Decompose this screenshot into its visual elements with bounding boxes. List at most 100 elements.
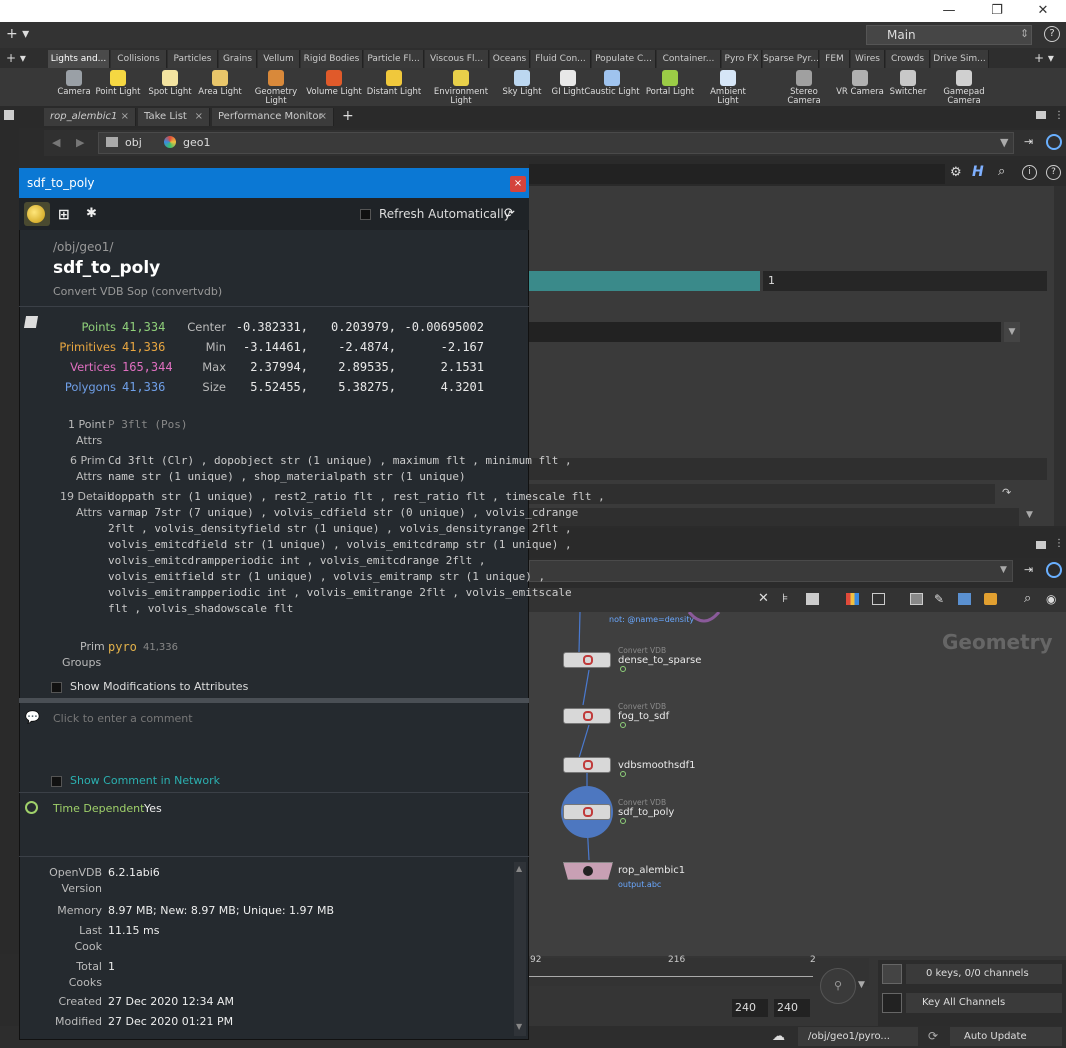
pane-maximize-icon[interactable]: [1036, 111, 1046, 119]
shelf-tool[interactable]: Ambient Light: [700, 70, 756, 106]
image-icon[interactable]: [958, 593, 971, 605]
shelf-tabs-add-icon[interactable]: + ▾: [1034, 51, 1054, 65]
gear-icon[interactable]: ⚙: [950, 165, 962, 180]
shelf-tab[interactable]: Oceans: [490, 50, 530, 68]
param-scrollbar[interactable]: [1054, 186, 1066, 526]
panel-scrollbar[interactable]: [514, 862, 526, 1036]
color-palette-icon[interactable]: [846, 593, 859, 605]
shelf-tab[interactable]: Sparse Pyr...: [763, 50, 819, 68]
shelf-tool[interactable]: Gamepad Camera: [936, 70, 992, 106]
timeline-track[interactable]: [529, 958, 869, 986]
box-icon[interactable]: [984, 593, 997, 605]
key-dropdown-icon[interactable]: ▼: [858, 980, 865, 990]
shelf-tab[interactable]: Crowds: [886, 50, 930, 68]
link-icon[interactable]: [1046, 562, 1062, 578]
desktop-selector[interactable]: Main: [866, 25, 1032, 45]
expand-icon[interactable]: ⊞: [58, 207, 70, 223]
shelf-tab[interactable]: Collisions: [111, 50, 167, 68]
shelf-tool[interactable]: Switcher: [880, 70, 936, 106]
shelf-tab[interactable]: Grains: [219, 50, 257, 68]
refresh-icon[interactable]: ⟳: [928, 1029, 938, 1043]
frame-start-field[interactable]: 240: [732, 999, 768, 1017]
tab-take-list[interactable]: Take List ×: [138, 108, 210, 126]
shelf-add-icon[interactable]: + ▾: [6, 51, 26, 65]
add-icon[interactable]: + ▾: [6, 26, 29, 42]
eye-icon[interactable]: ◉: [1046, 592, 1056, 606]
tools-icon[interactable]: ✕: [758, 591, 769, 606]
dopesheet-icon[interactable]: [882, 964, 902, 984]
close-tab-icon[interactable]: ×: [319, 108, 327, 126]
key-all-channels-dropdown[interactable]: Key All Channels: [906, 993, 1062, 1013]
node-name-field[interactable]: [529, 164, 945, 184]
shelf-tool[interactable]: Caustic Light: [584, 70, 640, 106]
search-icon[interactable]: ⌕: [1024, 591, 1031, 606]
shelf-tab[interactable]: Pyro FX: [722, 50, 762, 68]
close-tab-icon[interactable]: ×: [195, 108, 203, 126]
shelf-tab[interactable]: Particles: [168, 50, 218, 68]
pane-dots-icon[interactable]: ⋮: [1054, 538, 1064, 549]
shelf-tab[interactable]: Rigid Bodies: [301, 50, 363, 68]
path-node[interactable]: geo1: [183, 136, 210, 149]
grid-icon[interactable]: [872, 593, 885, 605]
reload-icon[interactable]: ↷: [1002, 486, 1011, 499]
key-icon[interactable]: ⚲: [820, 968, 856, 1004]
shelf-tool[interactable]: Point Light: [90, 70, 146, 106]
refresh-checkbox[interactable]: [360, 207, 371, 220]
network-path-field[interactable]: [529, 560, 1013, 582]
param-dropdown-icon[interactable]: ▼: [1026, 510, 1033, 520]
help-icon[interactable]: ?: [1044, 26, 1060, 42]
info-icon[interactable]: i: [1022, 165, 1037, 180]
param-slider-fill[interactable]: [529, 271, 760, 291]
sticky-note-icon[interactable]: [910, 593, 923, 605]
show-mods-checkbox[interactable]: [51, 680, 62, 693]
shelf-tab[interactable]: Particle Fl...: [364, 50, 424, 68]
close-tab-icon[interactable]: ×: [121, 108, 129, 126]
pin-icon[interactable]: ⇥: [1024, 563, 1033, 576]
shelf-tab[interactable]: Drive Sim...: [931, 50, 989, 68]
shelf-tool[interactable]: Area Light: [192, 70, 248, 106]
close-window-button[interactable]: ✕: [1020, 0, 1066, 22]
shelf-tool[interactable]: Environment Light: [428, 70, 494, 106]
update-mode-dropdown[interactable]: Auto Update: [950, 1027, 1062, 1046]
show-comment-checkbox[interactable]: [51, 774, 62, 787]
minimize-button[interactable]: —: [926, 0, 972, 22]
tab-performance-monitor[interactable]: Performance Monitor ×: [212, 108, 334, 126]
shelf-tab[interactable]: Lights and...: [48, 50, 110, 68]
shelf-tab[interactable]: Fluid Con...: [531, 50, 591, 68]
pin-icon[interactable]: ⇥: [1024, 135, 1033, 148]
comment-field[interactable]: Click to enter a comment: [53, 712, 513, 768]
pane-maximize-icon[interactable]: [1036, 541, 1046, 549]
shelf-tab[interactable]: Wires: [851, 50, 885, 68]
add-tab-icon[interactable]: +: [342, 108, 354, 124]
tab-rop-alembic1[interactable]: rop_alembic1 ×: [44, 108, 136, 126]
path-dropdown-icon[interactable]: ▼: [1000, 565, 1007, 575]
shelf-tab[interactable]: Container...: [657, 50, 721, 68]
scroll-up-icon[interactable]: ▲: [516, 864, 522, 873]
keys-channels-dropdown[interactable]: 0 keys, 0/0 channels: [906, 964, 1062, 984]
shelf-tool[interactable]: Spot Light: [142, 70, 198, 106]
param-menu-field[interactable]: [529, 322, 1001, 342]
scroll-down-icon[interactable]: ▼: [516, 1022, 522, 1031]
help-icon[interactable]: ?: [1046, 165, 1061, 180]
node-type-icon[interactable]: [24, 202, 50, 226]
houdini-help-icon[interactable]: H: [972, 164, 984, 180]
search-icon[interactable]: ⌕: [998, 164, 1005, 179]
shelf-tab[interactable]: Viscous Fl...: [425, 50, 489, 68]
param-dropdown-icon[interactable]: ▼: [1004, 322, 1020, 342]
maximize-button[interactable]: ❐: [974, 0, 1020, 22]
link-icon[interactable]: [1046, 134, 1062, 150]
frame-end-field[interactable]: 240: [774, 999, 810, 1017]
path-field[interactable]: [98, 132, 1014, 154]
shelf-tab[interactable]: Vellum: [258, 50, 300, 68]
close-icon[interactable]: ×: [510, 176, 526, 192]
list-icon[interactable]: [806, 593, 819, 605]
edit-note-icon[interactable]: ✎: [934, 592, 944, 606]
pane-dots-icon[interactable]: ⋮: [1054, 110, 1064, 121]
shelf-tool[interactable]: Volume Light: [306, 70, 362, 106]
refresh-icon[interactable]: ⟳: [504, 206, 515, 221]
forward-arrow-icon[interactable]: ▶: [76, 136, 84, 149]
shelf-tab[interactable]: Populate C...: [592, 50, 656, 68]
shelf-tool[interactable]: Portal Light: [642, 70, 698, 106]
shelf-tool[interactable]: Geometry Light: [248, 70, 304, 106]
bug-icon[interactable]: ✱: [86, 206, 97, 221]
